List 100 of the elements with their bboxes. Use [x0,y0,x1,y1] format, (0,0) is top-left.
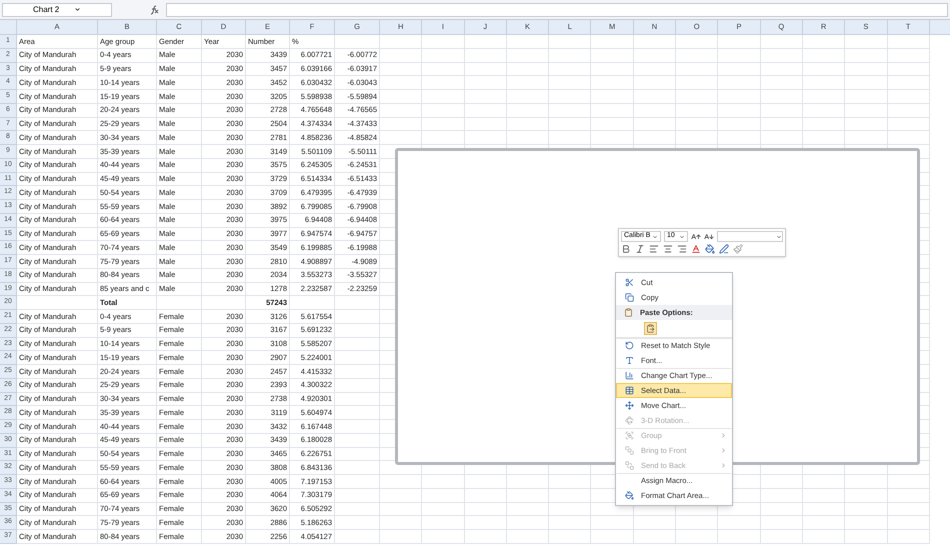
table-cell [506,90,550,104]
table-cell [845,104,888,118]
menu-icon [624,431,634,440]
table-cell [718,35,761,49]
table-cell [845,62,888,76]
table-cell [380,475,422,489]
menu-icon [624,371,634,380]
table-cell [845,48,888,62]
table-cell [549,90,592,104]
table-cell [422,62,465,76]
table-cell [845,35,888,49]
table-cell [591,76,634,90]
table-cell [888,76,930,90]
fill-color-icon[interactable] [705,244,715,254]
table-cell [718,62,761,76]
table-cell [464,516,507,530]
table-cell [335,488,380,502]
table-cell [380,90,422,104]
table-cell [422,48,465,62]
table-cell [549,118,592,132]
table-cell [422,488,465,502]
table-cell [676,516,718,530]
table-cell [718,48,761,62]
shrink-font-icon[interactable] [704,232,714,242]
table-cell [549,131,592,145]
table-cell [634,104,676,118]
font-color-icon[interactable] [691,244,701,254]
table-cell [335,392,380,406]
table-cell [157,296,202,310]
table-cell [760,502,803,516]
table-cell [422,516,465,530]
table-cell [634,516,676,530]
name-box[interactable]: Chart 2 [2,2,112,16]
grow-font-icon[interactable] [691,232,701,242]
table-cell [506,35,550,49]
menu-icon [624,491,634,500]
table-cell [845,516,888,530]
menu-icon [624,401,634,410]
table-cell [888,104,930,118]
table-cell [464,76,507,90]
table-cell [506,118,550,132]
table-cell [845,90,888,104]
line-color-icon[interactable] [719,244,729,254]
paste-option-icon[interactable] [644,322,657,335]
table-cell [549,48,592,62]
table-cell [888,502,930,516]
table-cell [335,530,380,544]
bold-icon[interactable] [621,244,631,254]
menu-icon [624,356,634,365]
align-right-icon[interactable] [677,244,687,254]
table-cell [760,488,803,502]
align-center-icon[interactable] [663,244,673,254]
table-cell [380,502,422,516]
table-cell [802,530,846,544]
table-cell [380,76,422,90]
italic-icon[interactable] [635,244,645,254]
table-cell [380,62,422,76]
align-left-icon[interactable] [649,244,659,254]
table-cell [290,296,335,310]
table-cell [760,35,803,49]
table-cell [506,502,550,516]
table-cell [335,338,380,352]
table-cell [760,48,803,62]
table-cell [335,502,380,516]
table-cell [888,530,930,544]
table-cell [335,516,380,530]
table-cell [802,502,846,516]
table-cell [380,488,422,502]
table-cell [549,62,592,76]
table-cell [718,131,761,145]
table-cell [802,62,846,76]
table-cell [760,62,803,76]
table-cell [591,104,634,118]
table-cell [202,296,246,310]
caret-icon [776,234,782,240]
table-cell [676,62,718,76]
table-cell [464,62,507,76]
table-cell [760,131,803,145]
table-cell [422,118,465,132]
table-cell [591,90,634,104]
table-cell [549,104,592,118]
table-cell [422,35,465,49]
table-cell [464,131,507,145]
table-cell [549,76,592,90]
table-cell [676,530,718,544]
table-cell [802,131,846,145]
table-cell [464,48,507,62]
table-cell [591,62,634,76]
table-cell [845,131,888,145]
table-cell [422,131,465,145]
table-cell [718,530,761,544]
table-cell [802,475,846,489]
table-cell [506,62,550,76]
menu-icon [624,278,634,287]
table-cell [845,488,888,502]
table-cell [888,488,930,502]
function-icon[interactable] [150,4,160,14]
table-cell [380,104,422,118]
table-cell [676,104,718,118]
table-cell [676,118,718,132]
